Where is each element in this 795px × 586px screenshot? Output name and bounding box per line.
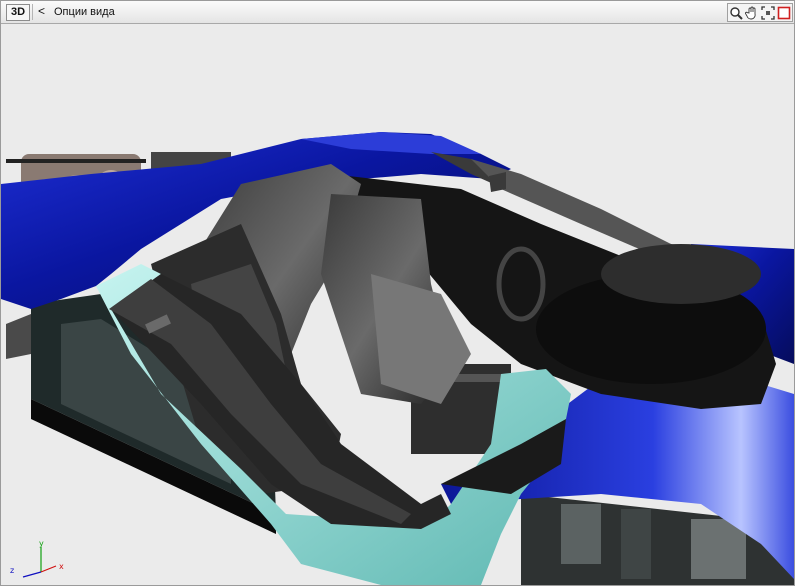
view-tools-group [727, 3, 793, 22]
3d-mode-button[interactable]: 3D [6, 4, 30, 21]
back-button[interactable]: < [38, 4, 45, 19]
axis-y-label: y [39, 539, 44, 548]
fit-view-icon[interactable] [760, 4, 776, 21]
zoom-icon[interactable] [728, 4, 744, 21]
view-options-window: 3D < Опции вида y x z [0, 0, 795, 586]
view-options-title[interactable]: Опции вида [54, 5, 115, 19]
pan-hand-icon[interactable] [744, 4, 760, 21]
3d-viewport[interactable]: y x z [1, 24, 794, 585]
toolbar-separator [32, 4, 33, 20]
close-view-icon[interactable] [776, 4, 792, 21]
view-toolbar: 3D < Опции вида [1, 1, 794, 24]
axis-x-label: x [59, 562, 64, 571]
car-model-render: y x z [1, 132, 794, 585]
axis-z-label: z [10, 566, 14, 575]
